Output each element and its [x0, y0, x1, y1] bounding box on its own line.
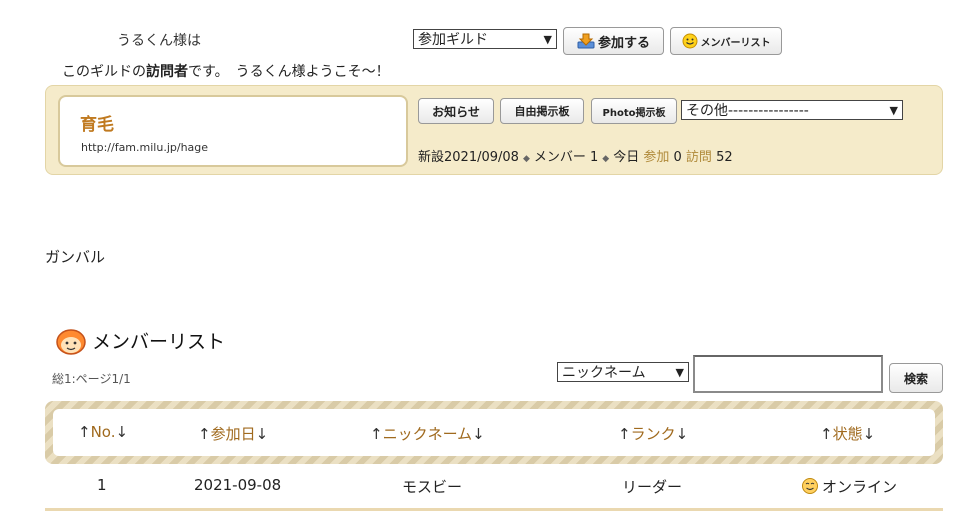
- chevron-down-icon: ▼: [543, 32, 552, 46]
- photo-board-button-label: Photo掲示板: [602, 107, 666, 119]
- free-board-button[interactable]: 自由掲示板: [500, 98, 584, 124]
- member-list-title: メンバーリスト: [92, 331, 226, 353]
- visit-label: 訪問: [685, 150, 712, 165]
- notice-button-label: お知らせ: [432, 104, 480, 119]
- chevron-down-icon: ▼: [889, 103, 898, 117]
- download-arrow-icon: [577, 33, 595, 49]
- other-select-value: その他----------------: [686, 103, 809, 119]
- column-header-rank[interactable]: ↑ランク↓: [618, 423, 688, 444]
- visit-count: 52: [716, 150, 733, 165]
- greeting-suffix: です。 うるくん様ようこそ～！: [188, 64, 390, 80]
- today-label: 今日: [613, 150, 640, 165]
- cell-status: オンライン: [801, 476, 897, 499]
- column-header-status[interactable]: ↑状態↓: [820, 423, 875, 444]
- guild-stats: 新設2021/09/08 ◆ メンバー 1 ◆ 今日 参加 0 訪問 52: [418, 146, 733, 165]
- guild-message: ガンバル: [45, 248, 106, 266]
- column-label: 状態: [832, 425, 863, 443]
- sort-asc-icon[interactable]: ↑: [370, 425, 383, 443]
- join-count: 0: [673, 150, 682, 165]
- column-header-nickname[interactable]: ↑ニックネーム↓: [370, 423, 485, 444]
- created-date: 新設2021/09/08: [418, 150, 519, 165]
- column-label: No.: [90, 423, 116, 441]
- member-list-button[interactable]: メンバーリスト: [670, 27, 782, 55]
- join-label: 参加: [643, 150, 670, 165]
- cell-no: 1: [97, 476, 107, 494]
- column-header-joined[interactable]: ↑参加日↓: [198, 423, 268, 444]
- chevron-down-icon: ▼: [675, 365, 684, 379]
- column-label: ニックネーム: [382, 425, 473, 443]
- sort-asc-icon[interactable]: ↑: [618, 425, 631, 443]
- member-count: メンバー 1: [533, 150, 599, 165]
- bullet-icon: ◆: [602, 154, 610, 164]
- table-header: [53, 409, 935, 456]
- search-field-select[interactable]: ニックネーム ▼: [557, 362, 689, 382]
- sort-desc-icon[interactable]: ↓: [115, 423, 128, 441]
- sort-desc-icon[interactable]: ↓: [256, 425, 269, 443]
- online-smiley-icon: [801, 477, 819, 499]
- sort-asc-icon[interactable]: ↑: [78, 423, 91, 441]
- photo-board-button[interactable]: Photo掲示板: [591, 98, 677, 124]
- member-list-button-label: メンバーリスト: [700, 37, 771, 49]
- search-button[interactable]: 検索: [889, 363, 943, 393]
- smiley-icon: [682, 33, 698, 49]
- join-button[interactable]: 参加する: [563, 27, 664, 55]
- sort-desc-icon[interactable]: ↓: [863, 425, 876, 443]
- greeting-role: 訪問者: [146, 64, 188, 80]
- column-label: 参加日: [210, 425, 256, 443]
- sort-desc-icon[interactable]: ↓: [676, 425, 689, 443]
- guild-select-value: 参加ギルド: [418, 32, 488, 48]
- guild-url[interactable]: http://fam.milu.jp/hage: [81, 141, 208, 154]
- cell-joined: 2021-09-08: [194, 476, 282, 494]
- search-field-select-value: ニックネーム: [562, 365, 646, 381]
- sort-asc-icon[interactable]: ↑: [198, 425, 211, 443]
- cell-nickname[interactable]: モスビー: [402, 476, 462, 497]
- table-divider: [45, 508, 943, 511]
- search-input[interactable]: [693, 355, 883, 393]
- column-label: ランク: [630, 425, 676, 443]
- search-button-label: 検索: [903, 371, 928, 386]
- greeting-line-1: うるくん様は: [117, 33, 201, 49]
- guild-name[interactable]: 育毛: [80, 110, 114, 135]
- status-text: オンライン: [822, 478, 898, 496]
- greeting-prefix: このギルドの: [62, 64, 146, 80]
- other-select[interactable]: その他---------------- ▼: [681, 100, 903, 120]
- sort-asc-icon[interactable]: ↑: [820, 425, 833, 443]
- column-header-no[interactable]: ↑No.↓: [78, 423, 128, 441]
- sort-desc-icon[interactable]: ↓: [472, 425, 485, 443]
- page-summary: 総1:ページ1/1: [52, 372, 131, 386]
- free-board-button-label: 自由掲示板: [514, 105, 570, 118]
- guild-select[interactable]: 参加ギルド ▼: [413, 29, 557, 49]
- greeting-line-2: このギルドの訪問者です。 うるくん様ようこそ～！: [62, 61, 390, 81]
- cell-rank: リーダー: [622, 478, 683, 496]
- join-button-label: 参加する: [597, 35, 650, 51]
- face-icon: [55, 328, 87, 360]
- bullet-icon: ◆: [522, 154, 530, 164]
- notice-button[interactable]: お知らせ: [418, 98, 494, 124]
